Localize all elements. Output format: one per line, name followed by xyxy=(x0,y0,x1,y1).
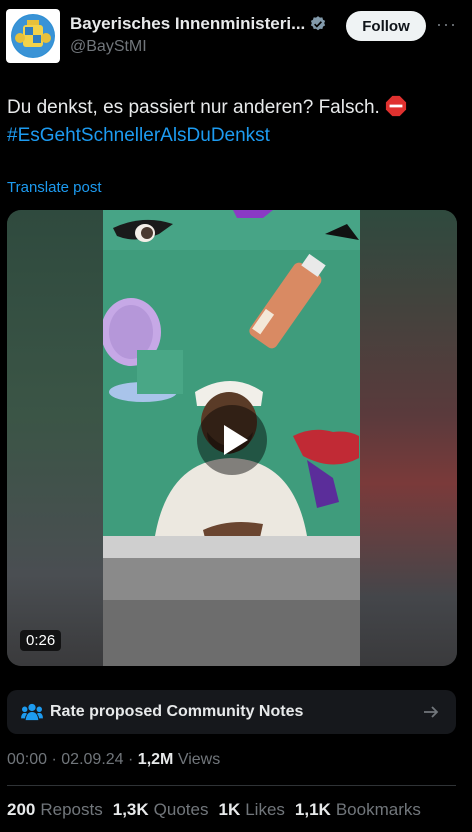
video-blurred-background-left xyxy=(7,210,103,666)
play-button[interactable] xyxy=(197,405,267,475)
stop-sign-emoji-icon xyxy=(386,95,407,117)
views-count: 1,2M xyxy=(137,751,174,768)
follow-button[interactable]: Follow xyxy=(346,11,426,41)
video-player[interactable]: 0:26 xyxy=(7,210,457,666)
coat-of-arms-icon xyxy=(11,14,55,58)
quotes-count: 1,3K xyxy=(112,800,149,819)
verified-badge-icon xyxy=(311,16,326,31)
bookmarks-count: 1,1K xyxy=(294,800,331,819)
video-duration-badge: 0:26 xyxy=(20,630,62,651)
play-icon xyxy=(224,425,248,455)
community-notes-label: Rate proposed Community Notes xyxy=(50,703,304,720)
post-date[interactable]: 02.09.24 xyxy=(61,751,123,768)
views-label: Views xyxy=(177,751,221,768)
likes-label: Likes xyxy=(245,800,285,819)
bookmarks-label: Bookmarks xyxy=(335,800,421,819)
translate-post-link[interactable]: Translate post xyxy=(7,179,102,196)
display-name[interactable]: Bayerisches Innenministeri... xyxy=(70,14,305,34)
quotes-stat[interactable]: 1,3K Quotes xyxy=(113,800,209,820)
engagement-stats: 200 Reposts 1,3K Quotes 1K Likes 1,1K Bookma… xyxy=(7,800,421,820)
bookmarks-stat[interactable]: 1,1K Bookmarks xyxy=(295,800,421,820)
arrow-right-icon xyxy=(424,706,439,718)
likes-stat[interactable]: 1K Likes xyxy=(218,800,284,820)
divider xyxy=(7,785,456,786)
avatar[interactable] xyxy=(6,9,60,63)
reposts-stat[interactable]: 200 Reposts xyxy=(7,800,103,820)
quotes-label: Quotes xyxy=(153,800,209,819)
community-notes-button[interactable]: Rate proposed Community Notes xyxy=(7,690,456,734)
hashtag-link[interactable]: #EsGehtSchnellerAlsDuDenkst xyxy=(7,125,270,146)
video-blurred-background-right xyxy=(360,210,457,666)
post-header: Bayerisches Innenministeri... @BayStMI F… xyxy=(0,0,472,70)
reposts-count: 200 xyxy=(7,800,36,819)
post-metadata: 00:00 · 02.09.24 · 1,2M Views xyxy=(7,751,220,769)
likes-count: 1K xyxy=(218,800,241,819)
post-text: Du denkst, es passiert nur anderen? Fals… xyxy=(7,94,462,150)
user-handle[interactable]: @BayStMI xyxy=(70,38,147,56)
people-icon xyxy=(21,703,43,721)
meta-separator: · xyxy=(51,751,57,768)
post-time[interactable]: 00:00 xyxy=(7,751,47,768)
meta-separator: · xyxy=(128,751,134,768)
more-options-icon[interactable]: ··· xyxy=(436,14,457,35)
reposts-label: Reposts xyxy=(40,800,103,819)
post-body: Du denkst, es passiert nur anderen? Fals… xyxy=(7,97,380,118)
